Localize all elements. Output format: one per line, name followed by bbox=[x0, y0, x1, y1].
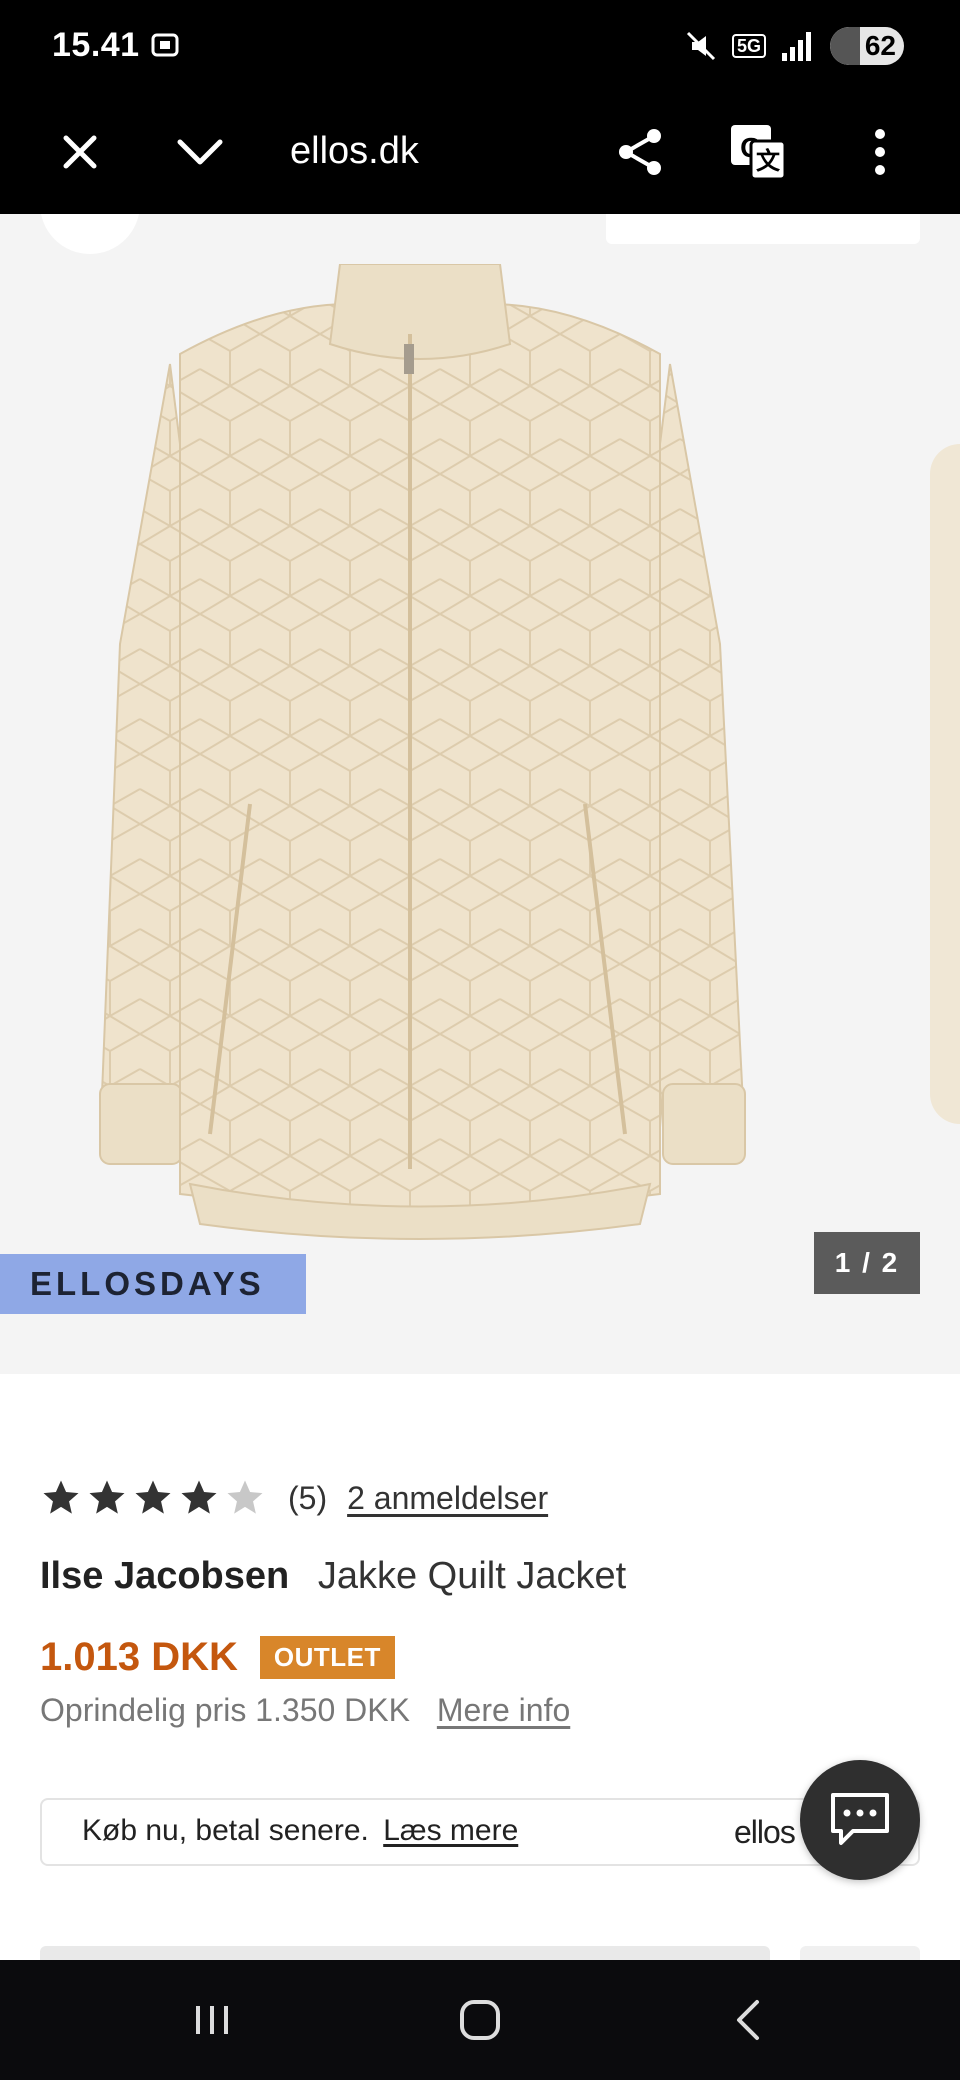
status-time: 15.41 bbox=[52, 26, 140, 64]
bnpl-text-row: Køb nu, betal senere. Læs mere bbox=[82, 1814, 518, 1848]
star-filled-icon bbox=[43, 1480, 79, 1514]
star-filled-icon bbox=[135, 1480, 171, 1514]
price-row: 1.013 DKK OUTLET bbox=[40, 1635, 395, 1680]
recent-apps-icon[interactable] bbox=[182, 1990, 242, 2050]
product-title: Ilse Jacobsen Jakke Quilt Jacket bbox=[40, 1555, 626, 1598]
status-icons: 5G 62 bbox=[684, 24, 904, 68]
chat-icon bbox=[831, 1793, 889, 1845]
original-price: Oprindelig pris 1.350 DKK bbox=[40, 1692, 410, 1728]
image-counter: 1 / 2 bbox=[814, 1232, 920, 1294]
chat-button[interactable] bbox=[800, 1760, 920, 1880]
screenshot-icon bbox=[151, 33, 179, 57]
star-empty-icon bbox=[227, 1480, 263, 1514]
status-bar: 15.41 5G 62 bbox=[0, 0, 960, 92]
svg-text:文: 文 bbox=[756, 147, 781, 175]
more-info-link[interactable]: Mere info bbox=[437, 1692, 570, 1728]
share-icon[interactable] bbox=[610, 122, 670, 182]
translate-icon[interactable]: G 文 bbox=[728, 122, 788, 182]
browser-toolbar: ellos.dk G 文 bbox=[0, 92, 960, 214]
home-icon[interactable] bbox=[450, 1990, 510, 2050]
size-selector-partial[interactable] bbox=[40, 1946, 770, 1960]
original-price-row: Oprindelig pris 1.350 DKK Mere info bbox=[40, 1692, 570, 1729]
close-icon[interactable] bbox=[50, 122, 110, 182]
current-price: 1.013 DKK bbox=[40, 1635, 238, 1679]
ellos-logo: ellos bbox=[734, 1814, 796, 1850]
mute-icon bbox=[686, 31, 716, 61]
campaign-badge: ELLOSDAYS bbox=[0, 1254, 306, 1314]
chevron-down-icon[interactable] bbox=[170, 122, 230, 182]
review-count: (5) bbox=[288, 1479, 328, 1516]
star-filled-icon bbox=[89, 1480, 125, 1514]
bnpl-text: Køb nu, betal senere. bbox=[82, 1814, 369, 1847]
battery-saver-icon bbox=[830, 27, 860, 65]
outlet-badge: OUTLET bbox=[259, 1636, 395, 1679]
overlay-card bbox=[606, 214, 920, 244]
battery-indicator: 62 bbox=[830, 27, 904, 65]
system-nav-bar bbox=[0, 1960, 960, 2080]
product-image bbox=[98, 264, 747, 1240]
more-vert-icon[interactable] bbox=[850, 122, 910, 182]
next-image-preview[interactable] bbox=[930, 444, 960, 1124]
star-filled-icon bbox=[181, 1480, 217, 1514]
reviews-link[interactable]: 2 anmeldelser bbox=[347, 1480, 548, 1517]
bnpl-read-more-link[interactable]: Læs mere bbox=[383, 1814, 518, 1847]
product-image-gallery[interactable]: ELLOSDAYS 1 / 2 bbox=[0, 214, 960, 1374]
product-name: Jakke Quilt Jacket bbox=[317, 1555, 627, 1597]
favorite-partial[interactable] bbox=[800, 1946, 920, 1960]
url-label[interactable]: ellos.dk bbox=[290, 130, 419, 173]
bnpl-banner: Køb nu, betal senere. Læs mere ellos bbox=[40, 1798, 920, 1866]
rating-row: (5) 2 anmeldelser bbox=[40, 1472, 548, 1524]
network-label: 5G bbox=[731, 34, 766, 58]
favorite-button[interactable] bbox=[40, 214, 140, 254]
back-icon[interactable] bbox=[718, 1990, 778, 2050]
signal-icon bbox=[782, 32, 811, 61]
star-rating bbox=[40, 1477, 266, 1519]
brand-name[interactable]: Ilse Jacobsen bbox=[40, 1555, 289, 1597]
battery-level: 62 bbox=[864, 30, 896, 61]
